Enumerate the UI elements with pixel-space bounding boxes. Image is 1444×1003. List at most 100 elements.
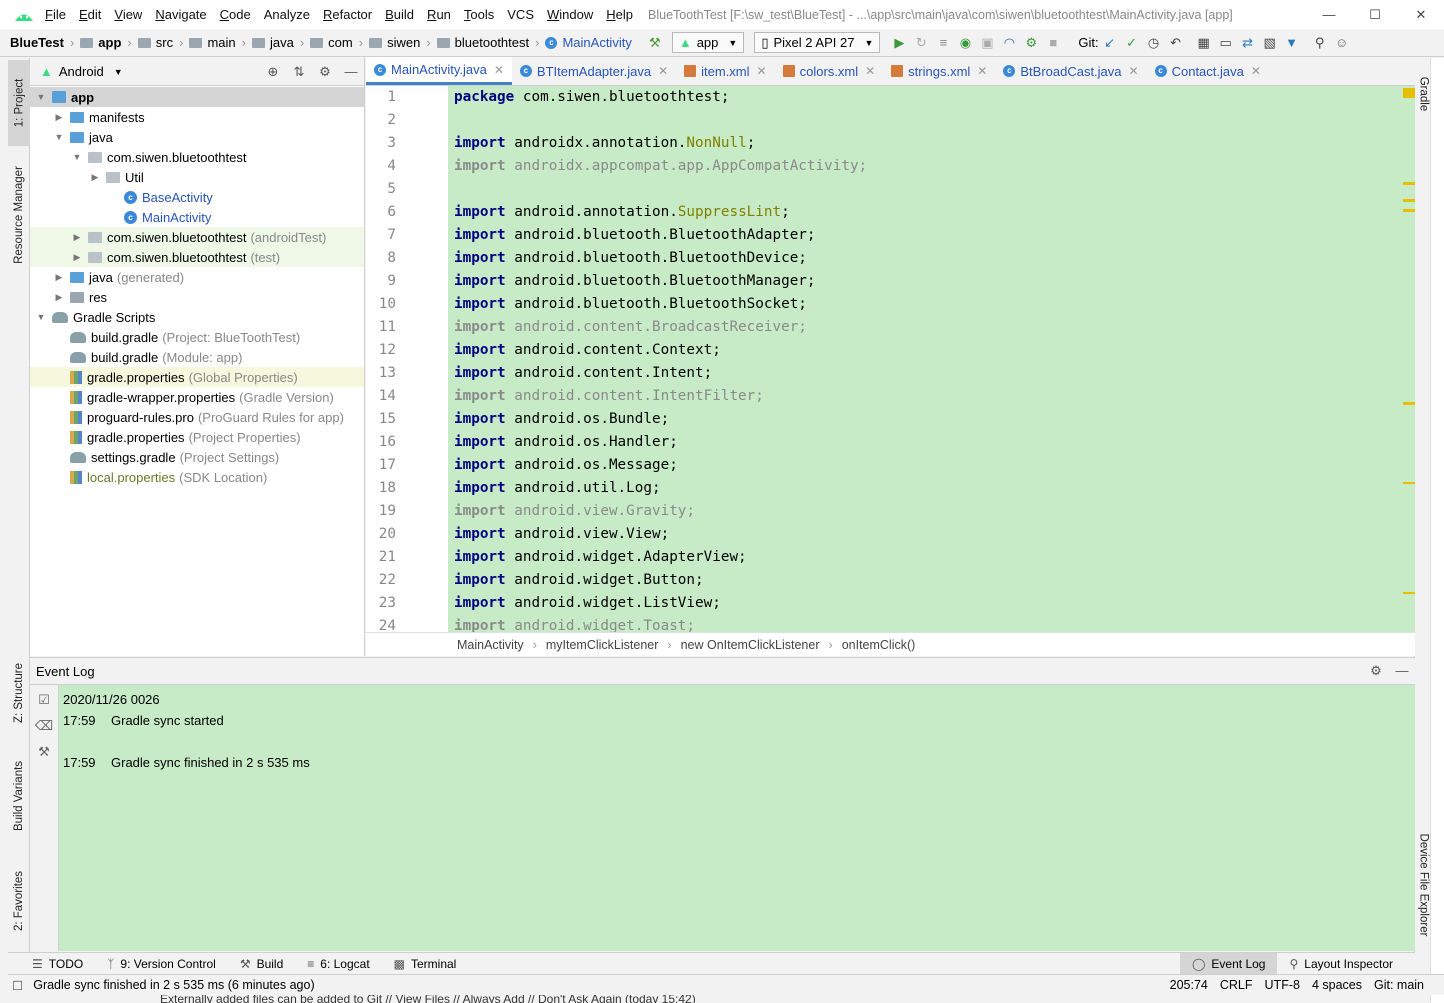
editor-tab[interactable]: strings.xml ✕ [883, 57, 995, 85]
code-line[interactable]: import android.widget.Toast; [448, 615, 1415, 632]
warning-marker[interactable] [1403, 182, 1415, 185]
tree-item[interactable]: ▼ com.siwen.bluetoothtest [30, 147, 364, 167]
breadcrumb-item[interactable]: siwen › [369, 35, 431, 50]
code-line[interactable]: import android.content.Context; [448, 339, 1415, 362]
device-manager-icon[interactable]: ▧ [1263, 35, 1277, 50]
logcat-tab[interactable]: ≡ 6: Logcat [307, 957, 369, 971]
structure-tool-tab[interactable]: Z: Structure [8, 648, 30, 738]
warning-marker[interactable] [1403, 592, 1415, 594]
collapsed-arrow-icon[interactable]: ▶ [88, 172, 102, 183]
code-line[interactable] [448, 178, 1415, 201]
expanded-arrow-icon[interactable]: ▼ [70, 152, 84, 162]
code-line[interactable]: import android.view.View; [448, 523, 1415, 546]
wrench-icon[interactable]: ⚒ [30, 741, 58, 763]
menu-item[interactable]: Build [385, 7, 414, 22]
stop-icon[interactable]: ■ [1046, 35, 1060, 50]
close-tab-icon[interactable]: ✕ [977, 64, 987, 78]
menu-item[interactable]: Navigate [155, 7, 206, 22]
tree-item[interactable]: ▶ Util [30, 167, 364, 187]
tree-item[interactable]: ▶ com.siwen.bluetoothtest (androidTest) [30, 227, 364, 247]
warning-marker[interactable] [1403, 482, 1415, 484]
close-tab-icon[interactable]: ✕ [865, 64, 875, 78]
code-breadcrumb-item[interactable]: MainActivity [457, 638, 524, 652]
tree-item[interactable]: settings.gradle (Project Settings) [30, 447, 364, 467]
menu-item[interactable]: Run [427, 7, 451, 22]
tree-item[interactable]: c MainActivity [30, 207, 364, 227]
file-encoding[interactable]: UTF-8 [1265, 978, 1300, 992]
error-stripe[interactable] [1401, 86, 1415, 632]
apply-code-changes-icon[interactable]: ≡ [936, 35, 950, 50]
terminal-tab[interactable]: ▩ Terminal [394, 957, 457, 971]
expanded-arrow-icon[interactable]: ▼ [34, 312, 48, 322]
tree-item[interactable]: ▶ res [30, 287, 364, 307]
maximize-button[interactable]: ☐ [1352, 0, 1398, 29]
apply-changes-icon[interactable]: ↻ [914, 35, 928, 50]
tree-item[interactable]: ▶ java (generated) [30, 267, 364, 287]
menu-item[interactable]: Window [547, 7, 593, 22]
code-editor[interactable]: 1 2 3 4 5 6 7 8 9 10 11 12 13 14 15 16 17 18 19 20 21 22 23 24 … [366, 86, 1415, 632]
tree-item[interactable]: build.gradle (Module: app) [30, 347, 364, 367]
code-line[interactable]: import android.bluetooth.BluetoothAdapte… [448, 224, 1415, 247]
view-mode-select[interactable]: Android [59, 64, 104, 79]
close-tab-icon[interactable]: ✕ [658, 64, 668, 78]
code-line[interactable]: import android.bluetooth.BluetoothManage… [448, 270, 1415, 293]
code-line[interactable]: import android.content.BroadcastReceiver… [448, 316, 1415, 339]
tree-item[interactable]: ▶ manifests [30, 107, 364, 127]
code-line[interactable]: import android.util.Log; [448, 477, 1415, 500]
code-line[interactable]: import androidx.appcompat.app.AppCompatA… [448, 155, 1415, 178]
code-line[interactable]: import android.content.Intent; [448, 362, 1415, 385]
avd-manager-icon[interactable]: ▭ [1219, 35, 1233, 50]
code-line[interactable]: import android.bluetooth.BluetoothSocket… [448, 293, 1415, 316]
code-line[interactable]: import android.bluetooth.BluetoothDevice… [448, 247, 1415, 270]
tree-item[interactable]: ▼ java [30, 127, 364, 147]
menu-item[interactable]: Refactor [323, 7, 372, 22]
code-breadcrumb-item[interactable]: new OnItemClickListener [681, 638, 820, 652]
breadcrumb-item[interactable]: src › [137, 35, 183, 50]
gear-icon[interactable]: ⚙ [1363, 663, 1389, 679]
git-update-icon[interactable]: ↙ [1103, 35, 1117, 50]
tree-item[interactable]: proguard-rules.pro (ProGuard Rules for ap… [30, 407, 364, 427]
event-log-tab[interactable]: ◯ Event Log [1179, 952, 1278, 975]
tree-item[interactable]: local.properties (SDK Location) [30, 467, 364, 487]
attach-debugger-icon[interactable]: ▣ [980, 35, 994, 50]
code-line[interactable]: package com.siwen.bluetoothtest; [448, 86, 1415, 109]
run-icon[interactable]: ▶ [892, 35, 906, 50]
indent-setting[interactable]: 4 spaces [1312, 978, 1362, 992]
tree-item[interactable]: ▶ com.siwen.bluetoothtest (test) [30, 247, 364, 267]
warning-marker[interactable] [1403, 402, 1415, 405]
mark-read-icon[interactable]: ☑ [30, 689, 58, 711]
code-line[interactable]: import android.os.Message; [448, 454, 1415, 477]
debug-icon[interactable]: ◉ [958, 35, 972, 50]
code-line[interactable]: import android.os.Bundle; [448, 408, 1415, 431]
editor-tab[interactable]: c BTItemAdapter.java ✕ [512, 57, 676, 85]
layout-inspector-tab[interactable]: ⚲ Layout Inspector [1277, 957, 1405, 971]
device-select[interactable]: ▯ Pixel 2 API 27 ▼ [754, 32, 881, 53]
menu-item[interactable]: Help [606, 7, 633, 22]
run-config-select[interactable]: ▲ app ▼ [671, 32, 745, 53]
menu-item[interactable]: Edit [79, 7, 101, 22]
trash-icon[interactable]: ⌫ [30, 715, 58, 737]
tree-item[interactable]: build.gradle (Project: BlueToothTest) [30, 327, 364, 347]
menu-item[interactable]: Code [220, 7, 251, 22]
locate-icon[interactable]: ⊕ [260, 64, 286, 80]
tree-item[interactable]: gradle-wrapper.properties (Gradle Version… [30, 387, 364, 407]
menu-item[interactable]: View [114, 7, 142, 22]
tree-item[interactable]: c BaseActivity [30, 187, 364, 207]
menu-item[interactable]: VCS [507, 7, 534, 22]
breadcrumb-item[interactable]: app › [80, 35, 132, 50]
analysis-status-icon[interactable] [1403, 88, 1415, 98]
gradle-tool-tab[interactable]: Gradle [1415, 66, 1431, 122]
search-icon[interactable]: ⚲ [1313, 35, 1327, 50]
device-file-explorer-tool-tab[interactable]: Device File Explorer [1415, 820, 1431, 950]
hammer-build-icon[interactable]: ⚒ [648, 35, 662, 50]
code-line[interactable]: import android.widget.AdapterView; [448, 546, 1415, 569]
chevron-down-icon[interactable]: ▼ [114, 67, 123, 77]
version-control-tab[interactable]: ᛉ 9: Version Control [107, 957, 216, 971]
hide-panel-icon[interactable]: — [338, 64, 364, 80]
profile-icon[interactable]: ◠ [1002, 35, 1016, 50]
minimize-button[interactable]: — [1306, 0, 1352, 29]
close-window-button[interactable]: ✕ [1398, 0, 1444, 29]
git-rollback-icon[interactable]: ↶ [1169, 35, 1183, 50]
project-structure-icon[interactable]: ▦ [1197, 35, 1211, 50]
status-message[interactable]: Gradle sync finished in 2 s 535 ms (6 mi… [33, 978, 314, 992]
